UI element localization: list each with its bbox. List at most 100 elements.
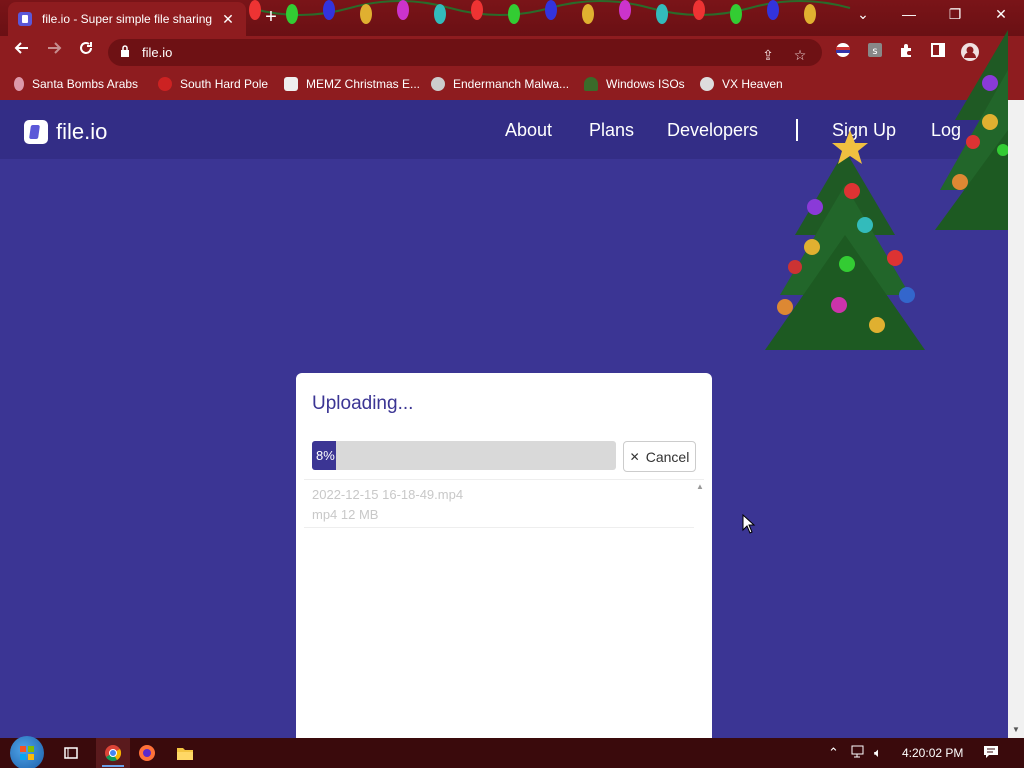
extensions-puzzle-icon[interactable] [896, 42, 916, 62]
page-icon [284, 77, 298, 91]
scroll-down-arrow-icon[interactable]: ▼ [1012, 725, 1020, 734]
minimize-button[interactable]: — [886, 0, 932, 30]
extension-s-icon[interactable]: s [865, 42, 885, 62]
taskbar-chrome-active[interactable] [96, 738, 130, 768]
url-text: file.io [142, 45, 173, 60]
page-scrollbar[interactable]: ▼ [1008, 100, 1024, 738]
flag-circle-icon [836, 43, 850, 57]
extension-flag-icon[interactable] [833, 42, 853, 62]
fileio-logo[interactable]: file.io [24, 119, 107, 145]
windows-taskbar: ⌃ 🔈︎ 4:20:02 PM [0, 736, 1024, 768]
bookmark-item[interactable]: VX Heaven [700, 75, 783, 93]
lock-icon [121, 45, 129, 57]
tree-icon [584, 77, 598, 91]
bookmark-label: Windows ISOs [606, 77, 685, 91]
forward-button[interactable] [42, 40, 66, 64]
back-button[interactable] [10, 40, 34, 64]
light-bulb [730, 4, 742, 24]
fileio-favicon-icon [18, 12, 32, 26]
new-tab-button[interactable]: + [260, 6, 282, 28]
scroll-up-arrow-icon[interactable]: ▲ [696, 482, 704, 491]
share-icon[interactable]: ⇪ [758, 45, 778, 65]
network-glyph-icon [851, 745, 864, 758]
bookmark-item[interactable]: Endermanch Malwa... [431, 75, 569, 93]
file-explorer-icon[interactable] [172, 741, 198, 765]
show-hidden-icons-icon[interactable]: ⌃ [828, 745, 839, 761]
reload-icon [80, 42, 92, 54]
light-bulb [804, 4, 816, 24]
brand-name: file.io [56, 119, 108, 144]
reload-button[interactable] [74, 40, 98, 64]
network-icon[interactable] [851, 745, 867, 762]
taskbar-clock[interactable]: 4:20:02 PM [902, 746, 963, 760]
bookmark-label: Santa Bombs Arabs [32, 77, 139, 91]
cancel-upload-button[interactable]: ✕ Cancel [623, 441, 696, 472]
close-icon: ✕ [629, 449, 640, 464]
light-bulb [286, 4, 298, 24]
bookmark-label: South Hard Pole [180, 77, 269, 91]
light-bulb [693, 0, 705, 20]
bookmark-item[interactable]: Santa Bombs Arabs [14, 75, 138, 93]
bookmark-label: MEMZ Christmas E... [306, 77, 421, 91]
light-bulb [582, 4, 594, 24]
christmas-tree-decoration-2 [935, 30, 1008, 230]
radioactive-icon [700, 77, 714, 91]
bookmarks-bar: Santa Bombs Arabs South Hard Pole MEMZ C… [0, 68, 1024, 100]
tab-search-button[interactable]: ⌄ [840, 0, 886, 30]
puzzle-icon [901, 44, 911, 57]
chrome-icon [102, 745, 124, 767]
light-bulb [508, 4, 520, 24]
bookmark-item[interactable]: Windows ISOs [584, 75, 685, 93]
windows-logo-icon [20, 746, 34, 760]
christmas-tree-decoration [765, 130, 925, 350]
browser-tab-active[interactable]: file.io - Super simple file sharing ✕ [8, 2, 246, 36]
action-center-icon[interactable] [983, 745, 999, 762]
tab-title: file.io - Super simple file sharing [42, 12, 213, 26]
bookmark-star-icon[interactable]: ☆ [790, 45, 810, 65]
firefox-glyph-icon [139, 745, 155, 761]
task-view-icon[interactable] [58, 741, 84, 765]
light-bulb [434, 4, 446, 24]
browser-toolbar: file.io ⇪ ☆ s [0, 36, 1024, 68]
cancel-label: Cancel [645, 448, 690, 465]
s-square-icon: s [868, 43, 882, 57]
light-bulb [656, 4, 668, 24]
light-bulb [360, 4, 372, 24]
star-icon [158, 77, 172, 91]
light-bulb [323, 0, 335, 20]
mouse-cursor-icon [742, 514, 756, 534]
file-list-scrollbar[interactable]: ▲ [696, 480, 704, 744]
bookmark-item[interactable]: South Hard Pole [158, 75, 268, 93]
window-close-button[interactable]: ✕ [978, 0, 1024, 30]
upload-progress-bar: 8% [312, 441, 616, 470]
upload-file-list: 2022-12-15 16-18-49.mp4 mp4 12 MB ▲ [304, 479, 704, 743]
nav-plans[interactable]: Plans [589, 120, 634, 141]
forward-arrow-icon [48, 42, 62, 54]
restore-button[interactable]: ❐ [932, 0, 978, 30]
upload-progress-fill: 8% [312, 441, 337, 470]
light-bulb [471, 0, 483, 20]
nav-developers[interactable]: Developers [667, 120, 758, 141]
skull-icon [431, 77, 445, 91]
light-bulb [545, 0, 557, 20]
tab-close-icon[interactable]: ✕ [220, 11, 236, 28]
address-bar[interactable]: file.io ⇪ ☆ [108, 39, 822, 66]
bookmark-label: VX Heaven [722, 77, 783, 91]
file-meta: mp4 12 MB [312, 507, 379, 522]
folder-icon [177, 748, 193, 760]
volume-icon[interactable]: 🔈︎ [874, 745, 882, 761]
start-button[interactable] [10, 736, 44, 768]
light-bulb [619, 0, 631, 20]
light-bulb [397, 0, 409, 20]
tab-strip: file.io - Super simple file sharing ✕ + … [0, 0, 1024, 36]
candle-icon [14, 77, 24, 91]
firefox-icon[interactable] [134, 741, 160, 765]
bookmark-item[interactable]: MEMZ Christmas E... [284, 75, 420, 93]
back-arrow-icon [14, 42, 28, 54]
nav-about[interactable]: About [505, 120, 552, 141]
list-item: 2022-12-15 16-18-49.mp4 mp4 12 MB [304, 480, 694, 528]
upload-dialog: Uploading... 8% ✕ Cancel 2022-12-15 16-1… [296, 373, 712, 743]
file-name: 2022-12-15 16-18-49.mp4 [312, 487, 464, 502]
svg-text:s: s [872, 46, 877, 57]
upload-heading: Uploading... [312, 393, 414, 414]
